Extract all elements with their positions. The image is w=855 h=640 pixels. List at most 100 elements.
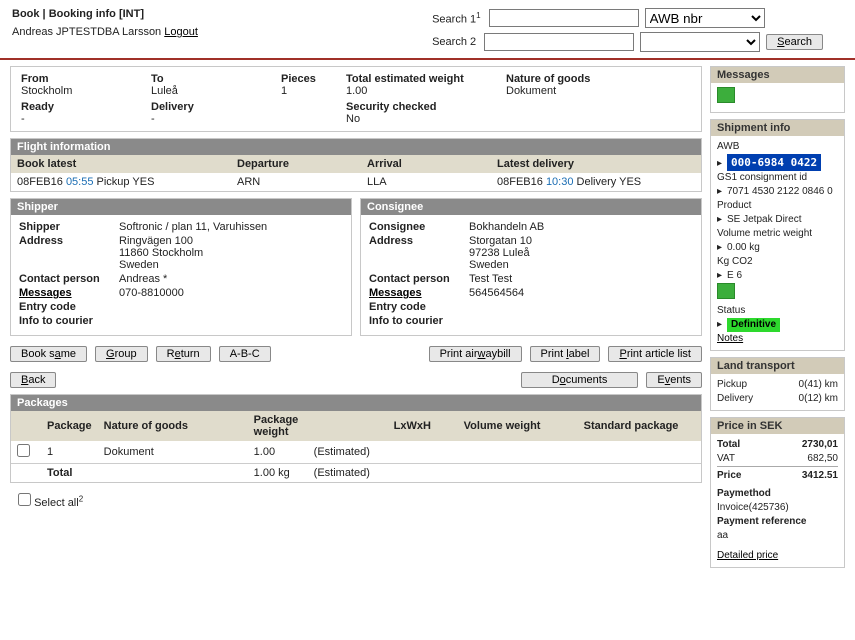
status-value: Definitive <box>727 318 780 332</box>
delivery2-label: Delivery <box>717 392 753 406</box>
delivery2-value: 0(12) km <box>799 392 838 406</box>
group-button[interactable]: Group <box>95 346 148 362</box>
col-departure: Departure <box>231 155 361 173</box>
message-icon[interactable] <box>717 87 735 103</box>
arrow-icon: ▸ <box>717 241 727 255</box>
consignee-info-label: Info to courier <box>369 315 443 327</box>
notes-link[interactable]: Notes <box>717 333 743 344</box>
price-header: Price in SEK <box>711 418 844 434</box>
print-label-button[interactable]: Print label <box>530 346 601 362</box>
row-number: 1 <box>41 441 98 464</box>
latdel-time: 10:30 <box>546 176 574 188</box>
col-nature: Nature of goods <box>98 411 248 441</box>
awb-label: AWB <box>717 140 838 154</box>
shipper-value: Softronic / plan 11, Varuhissen <box>119 221 343 233</box>
pickup-value: 0(41) km <box>799 378 838 392</box>
col-standard: Standard package <box>578 411 701 441</box>
consignee-phone: 564564564 <box>469 287 693 299</box>
to-label: To <box>151 73 271 85</box>
total-estimated: (Estimated) <box>308 464 388 483</box>
search-icon[interactable] <box>717 283 735 299</box>
to-value: Luleå <box>151 85 271 97</box>
events-button[interactable]: Events <box>646 372 702 388</box>
selectall-checkbox[interactable] <box>18 493 31 506</box>
security-label: Security checked <box>346 101 496 113</box>
logout-link[interactable]: Logout <box>164 26 198 38</box>
pieces-label: Pieces <box>281 73 336 85</box>
vmw-value: 0.00 kg <box>727 242 760 253</box>
weight-label: Total estimated weight <box>346 73 496 85</box>
consignee-entry-label: Entry code <box>369 301 469 313</box>
price-value: 3412.51 <box>802 469 838 483</box>
book-date: 08FEB16 <box>17 176 63 188</box>
status-label: Status <box>717 304 838 318</box>
delivery-value: - <box>151 113 271 125</box>
vat-label: VAT <box>717 452 735 466</box>
consignee-value: Bokhandeln AB <box>469 221 693 233</box>
gs1-value: 7071 4530 2122 0846 0 <box>727 186 833 197</box>
arrow-icon: ▸ <box>717 157 727 171</box>
book-time: 05:55 <box>66 176 94 188</box>
print-articles-button[interactable]: Print article list <box>608 346 702 362</box>
consignee-contact-label: Contact person <box>369 273 469 285</box>
shipper-header: Shipper <box>11 199 351 215</box>
detailed-price-link[interactable]: Detailed price <box>717 550 778 561</box>
back-button[interactable]: Back <box>10 372 56 388</box>
documents-button[interactable]: Documents <box>521 372 639 388</box>
arrow-icon: ▸ <box>717 269 727 283</box>
departure-value: ARN <box>231 173 361 191</box>
selectall-label: Select all <box>34 497 79 509</box>
row-checkbox[interactable] <box>17 444 30 457</box>
consignee-addr-label: Address <box>369 235 469 271</box>
arrow-icon: ▸ <box>717 213 727 227</box>
return-button[interactable]: Return <box>156 346 211 362</box>
ready-label: Ready <box>21 101 141 113</box>
paymethod-label: Paymethod <box>717 487 838 501</box>
payref-value: aa <box>717 529 838 543</box>
weight-value: 1.00 <box>346 85 496 97</box>
price-label: Price <box>717 469 741 483</box>
search-btn-rest: earch <box>784 36 812 48</box>
awb-value[interactable]: 000-6984 0422 <box>727 154 821 171</box>
search1-label: Search 11 <box>432 11 480 26</box>
shipper-phone: 070-8810000 <box>119 287 343 299</box>
arrival-value: LLA <box>361 173 491 191</box>
product-label: Product <box>717 199 838 213</box>
search1-input[interactable] <box>489 9 639 27</box>
book-tail: Pickup YES <box>97 176 155 188</box>
search2-input[interactable] <box>484 33 634 51</box>
table-row: 1 Dokument 1.00 (Estimated) <box>11 441 701 464</box>
messages-header: Messages <box>711 67 844 83</box>
search-button[interactable]: Search <box>766 34 823 50</box>
booksame-button[interactable]: Book same <box>10 346 87 362</box>
abc-button[interactable]: A-B-C <box>219 346 271 362</box>
ready-value: - <box>21 113 141 125</box>
search1-select[interactable]: AWB nbr <box>645 8 765 28</box>
consignee-addr2: 97238 Luleå <box>469 247 693 259</box>
search2-select[interactable] <box>640 32 760 52</box>
row-estimated: (Estimated) <box>308 441 388 464</box>
row-nature: Dokument <box>98 441 248 464</box>
shipper-contact-value: Andreas * <box>119 273 343 285</box>
consignee-messages-link[interactable]: Messages <box>369 287 422 299</box>
shipper-messages-link[interactable]: Messages <box>19 287 72 299</box>
col-latest-delivery: Latest delivery <box>491 155 701 173</box>
consignee-addr1: Storgatan 10 <box>469 235 693 247</box>
consignee-addr3: Sweden <box>469 259 693 271</box>
product-value: SE Jetpak Direct <box>727 214 801 225</box>
shipper-addr2: 11860 Stockholm <box>119 247 343 259</box>
col-book-latest: Book latest <box>11 155 231 173</box>
shipper-entry-label: Entry code <box>19 301 119 313</box>
col-arrival: Arrival <box>361 155 491 173</box>
shipper-addr-label: Address <box>19 235 119 271</box>
paymethod-value: Invoice(425736) <box>717 501 838 515</box>
consignee-label: Consignee <box>369 221 469 233</box>
payref-label: Payment reference <box>717 515 838 529</box>
gs1-label: GS1 consignment id <box>717 171 838 185</box>
total-weight: 1.00 kg <box>248 464 308 483</box>
pieces-value: 1 <box>281 85 336 97</box>
shipper-info-label: Info to courier <box>19 315 93 327</box>
print-airwaybill-button[interactable]: Print airwaybill <box>429 346 522 362</box>
latdel-tail: Delivery YES <box>577 176 642 188</box>
from-value: Stockholm <box>21 85 141 97</box>
